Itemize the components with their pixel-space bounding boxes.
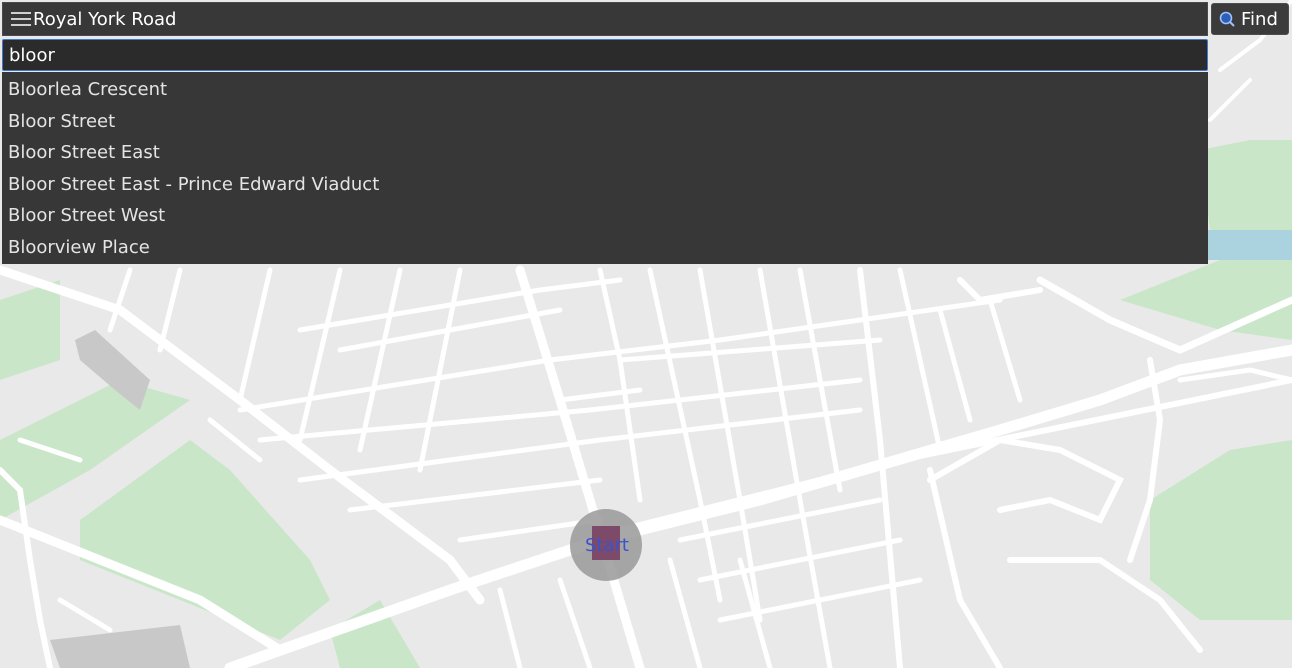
find-button-label: Find bbox=[1241, 8, 1278, 30]
title-bar: Royal York Road bbox=[2, 2, 1208, 36]
hamburger-menu-icon[interactable] bbox=[11, 12, 31, 26]
water-area bbox=[1205, 230, 1292, 260]
suggestion-item[interactable]: Bloor Street West bbox=[2, 200, 1208, 232]
suggestion-item[interactable]: Bloor Street East - Prince Edward Viaduc… bbox=[2, 169, 1208, 201]
suggestion-item[interactable]: Bloorlea Crescent bbox=[2, 74, 1208, 106]
marker-label: Start bbox=[585, 535, 629, 556]
start-marker[interactable]: Start bbox=[570, 509, 642, 581]
search-icon bbox=[1219, 11, 1235, 27]
location-title: Royal York Road bbox=[33, 8, 177, 30]
search-input[interactable] bbox=[2, 39, 1208, 71]
find-button[interactable]: Find bbox=[1211, 3, 1289, 35]
suggestion-list: Bloorlea Crescent Bloor Street Bloor Str… bbox=[2, 72, 1208, 264]
suggestion-item[interactable]: Bloorview Place bbox=[2, 232, 1208, 264]
suggestion-item[interactable]: Bloor Street East bbox=[2, 137, 1208, 169]
suggestion-item[interactable]: Bloor Street bbox=[2, 106, 1208, 138]
